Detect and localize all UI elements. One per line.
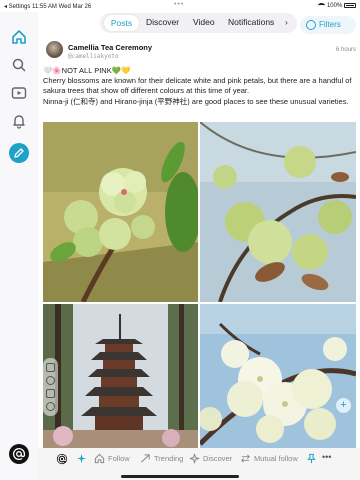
battery-level: 100% <box>326 3 343 9</box>
filter-icon <box>306 20 316 30</box>
follow-tab[interactable]: Follow <box>94 453 130 464</box>
discover-tab[interactable]: Discover <box>189 453 232 464</box>
gallery-icon[interactable] <box>46 389 55 398</box>
camera-icon[interactable] <box>46 376 55 385</box>
home-icon <box>94 453 105 464</box>
sparkle-icon[interactable] <box>76 453 90 464</box>
trending-icon <box>141 454 150 463</box>
photo-pagoda[interactable] <box>43 304 198 450</box>
post-text: 🤍🌸NOT ALL PINK💚💛 Cherry blossoms are kno… <box>43 66 355 107</box>
arrows-icon <box>241 454 250 463</box>
filters-button[interactable]: Filters <box>300 16 356 34</box>
photo-green-sakura-branch[interactable] <box>200 122 356 302</box>
home-indicator <box>121 475 239 478</box>
post-text-line: 🤍🌸NOT ALL PINK💚💛 <box>43 66 131 75</box>
post-text-line: Cherry blossoms are known for their deli… <box>43 76 352 96</box>
account-switcher-button[interactable] <box>9 444 29 464</box>
tab-posts[interactable]: Posts <box>104 15 139 31</box>
display-name[interactable]: Camellia Tea Ceremony <box>68 43 152 52</box>
search-icon[interactable] <box>9 55 29 75</box>
at-sign-icon <box>12 448 26 461</box>
pencil-icon <box>14 148 24 158</box>
tab-discover[interactable]: Discover <box>146 17 179 27</box>
post-time: 6 hours <box>335 47 356 53</box>
sidebar <box>0 12 38 480</box>
more-icon[interactable]: ••• <box>322 452 331 462</box>
bell-icon[interactable] <box>9 111 29 131</box>
media-grid <box>43 122 356 450</box>
battery-icon <box>344 3 356 8</box>
add-button[interactable]: + <box>336 398 351 413</box>
wifi-icon <box>318 3 326 8</box>
video-icon[interactable] <box>9 83 29 103</box>
compose-button[interactable] <box>9 143 29 163</box>
tab-notifications[interactable]: Notifications <box>228 17 274 27</box>
timeline-tabs: Posts Discover Video Notifications › <box>100 13 297 33</box>
mutual-follow-tab[interactable]: Mutual follow <box>240 453 298 464</box>
trending-tab[interactable]: Trending <box>140 453 183 464</box>
image-icon[interactable] <box>46 363 55 372</box>
filters-label: Filters <box>319 20 341 29</box>
sparkle-outline-icon <box>189 453 200 464</box>
handle: @camelliakyoto <box>68 53 119 60</box>
chevron-right-icon[interactable]: › <box>285 17 288 27</box>
photo-green-sakura-blossom[interactable] <box>43 122 198 302</box>
trending-label: Trending <box>154 454 184 463</box>
post-text-line: Ninna-ji (仁和寺) and Hirano-jinja (平野神社) a… <box>43 96 349 106</box>
pin-icon[interactable] <box>306 453 320 464</box>
at-mention-icon[interactable] <box>56 453 71 465</box>
discover-label: Discover <box>203 454 233 463</box>
mutual-follow-label: Mutual follow <box>254 454 298 463</box>
home-icon[interactable] <box>9 27 29 47</box>
photo-white-sakura-cluster[interactable] <box>200 304 356 450</box>
status-bar: ◂ Settings 11:55 AM Wed Mar 26 ••• 100% <box>0 0 360 12</box>
status-left: ◂ Settings 11:55 AM Wed Mar 26 <box>4 4 92 10</box>
floating-toolbar <box>43 358 58 416</box>
tab-video[interactable]: Video <box>193 17 215 27</box>
circle-icon[interactable] <box>46 402 55 411</box>
avatar[interactable] <box>46 41 63 58</box>
multitask-dots[interactable]: ••• <box>174 1 184 8</box>
follow-label: Follow <box>108 454 130 463</box>
status-right: 100% <box>318 3 356 9</box>
